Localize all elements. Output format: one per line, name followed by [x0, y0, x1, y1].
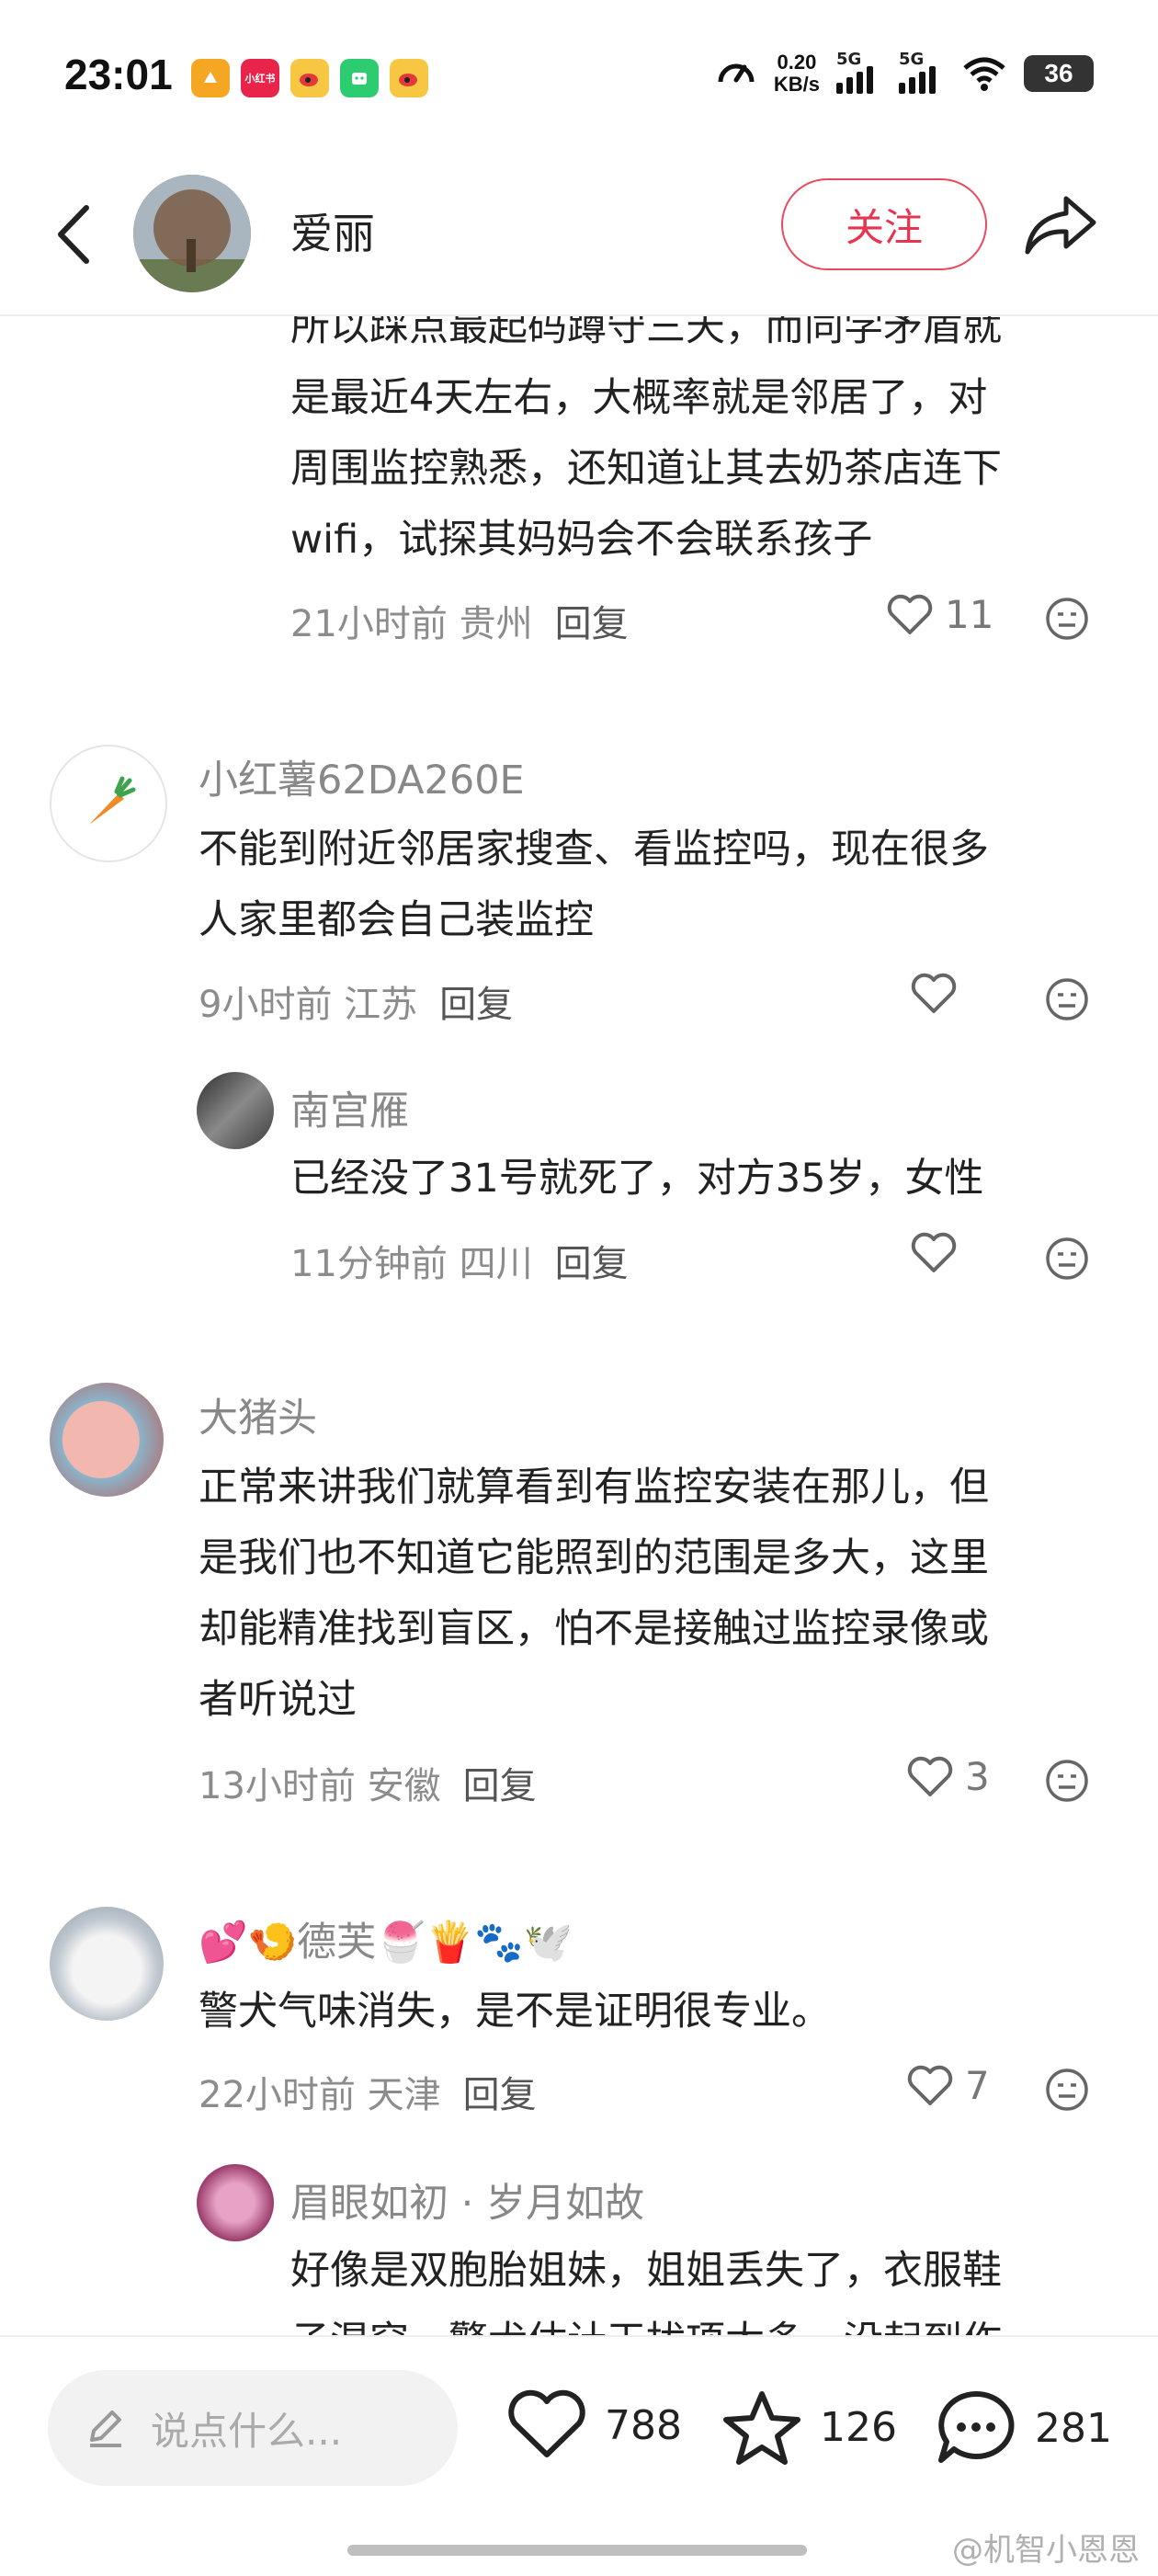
like-count: 3	[965, 1754, 990, 1799]
comment-line: 已经没了31号就死了，对方35岁，女性	[290, 1156, 984, 1202]
reply-button[interactable]: 回复	[555, 1243, 629, 1285]
reply-button[interactable]: 回复	[463, 1765, 537, 1807]
comment-meta: 22小时前 天津 回复	[199, 2065, 537, 2118]
dislike-face-icon[interactable]	[1044, 1758, 1090, 1804]
comment-meta: 9小时前 江苏 回复	[199, 975, 513, 1028]
dislike-face-icon[interactable]	[1044, 2067, 1090, 2113]
heart-icon	[911, 1232, 957, 1272]
avatar-meiyan[interactable]	[197, 2164, 274, 2241]
comment-text: 不能到附近邻居家搜查、看监控吗，现在很多 人家里都会自己装监控	[199, 815, 989, 956]
avatar-carrot[interactable]	[50, 745, 167, 862]
comment-meta: 11分钟前 四川 回复	[290, 1234, 629, 1287]
watermark: @机智小恩恩	[952, 2532, 1140, 2569]
comment-placeholder: 说点什么...	[151, 2408, 343, 2454]
comment-time-location: 22小时前 天津	[199, 2074, 441, 2116]
like-count: 7	[965, 2063, 990, 2108]
comment-meta: 13小时前 安徽 回复	[199, 1756, 537, 1809]
like-button[interactable]: 3	[906, 1754, 990, 1799]
dislike-face-icon[interactable]	[1044, 596, 1090, 642]
tree-image	[133, 175, 251, 292]
comment-line: 不能到附近邻居家搜查、看监控吗，现在很多	[199, 826, 989, 872]
like-post-button[interactable]: 788	[505, 2388, 682, 2462]
reply-button[interactable]: 回复	[439, 984, 513, 1026]
like-button[interactable]	[910, 1232, 958, 1274]
comment-line: 是最近4天左右，大概率就是邻居了，对	[290, 375, 988, 421]
chat-bubble-icon	[938, 2390, 1015, 2463]
dislike-face-icon[interactable]	[1044, 1236, 1090, 1282]
avatar-pig[interactable]	[50, 1383, 164, 1497]
comment-text: 警犬气味消失，是不是证明很专业。	[199, 1977, 831, 2047]
home-indicator[interactable]	[347, 2545, 807, 2556]
comment-time-location: 9小时前 江苏	[199, 984, 418, 1026]
comment-line: 却能精准找到盲区，怕不是接触过监控录像或	[199, 1606, 989, 1652]
top-nav-bar: 爱丽 关注	[0, 156, 1158, 316]
like-button[interactable]: 7	[906, 2063, 990, 2108]
comment-time-location: 21小时前 贵州	[290, 603, 533, 645]
comment-time-location: 13小时前 安徽	[199, 1765, 441, 1807]
comment-text: 已经没了31号就死了，对方35岁，女性	[290, 1144, 983, 1214]
back-arrow-icon[interactable]	[46, 193, 101, 276]
commenter-name[interactable]: 眉眼如初 · 岁月如故	[290, 2171, 644, 2228]
author-avatar[interactable]	[133, 175, 251, 292]
comment-line: 周围监控熟悉，还知道让其去奶茶店连下	[290, 446, 1002, 492]
like-button[interactable]: 11	[886, 592, 993, 637]
pencil-icon	[90, 2411, 121, 2447]
reply-button[interactable]: 回复	[463, 2074, 537, 2116]
carrot-icon	[89, 776, 136, 825]
heart-icon	[907, 2065, 953, 2105]
avatar-kitten[interactable]	[50, 1907, 164, 2021]
heart-icon	[911, 973, 957, 1013]
share-icon[interactable]	[1022, 191, 1099, 259]
author-name[interactable]: 爱丽	[290, 200, 375, 261]
favorite-button[interactable]: 126	[721, 2388, 897, 2466]
comment-line: 好像是双胞胎姐妹，姐姐丢失了，衣服鞋	[290, 2248, 1002, 2294]
comment-text: 正常来讲我们就算看到有监控安装在那儿，但 是我们也不知道它能照到的范围是多大，这…	[199, 1453, 989, 1736]
comment-count: 281	[1035, 2404, 1112, 2452]
heart-icon	[508, 2389, 585, 2457]
comments-button[interactable]: 281	[934, 2388, 1112, 2468]
comment-time-location: 11分钟前 四川	[290, 1243, 533, 1285]
dislike-face-icon[interactable]	[1044, 976, 1090, 1022]
reply-button[interactable]: 回复	[555, 603, 629, 645]
comment-line: wifi，试探其妈妈会不会联系孩子	[290, 517, 873, 563]
favorite-count: 126	[820, 2403, 897, 2451]
like-count: 788	[605, 2401, 682, 2449]
comment-text: 所以踩点最起码蹲守三天，而同学矛盾就 是最近4天左右，大概率就是邻居了，对 周围…	[290, 292, 1002, 576]
star-icon	[723, 2391, 800, 2465]
comment-line: 者听说过	[199, 1677, 357, 1723]
like-count: 11	[945, 592, 994, 637]
like-button[interactable]	[910, 973, 958, 1015]
comment-line: 警犬气味消失，是不是证明很专业。	[199, 1989, 831, 2035]
heart-icon	[907, 1756, 953, 1796]
commenter-name[interactable]: 南宫雁	[290, 1079, 409, 1136]
heart-icon	[887, 594, 933, 634]
comment-input[interactable]: 说点什么...	[48, 2370, 458, 2486]
commenter-name[interactable]: 💕🍤德芙🍧🍟🐾🕊️	[199, 1910, 573, 1967]
comment-feed[interactable]: 所以踩点最起码蹲守三天，而同学矛盾就 是最近4天左右，大概率就是邻居了，对 周围…	[0, 0, 1158, 2574]
follow-button[interactable]: 关注	[781, 178, 987, 270]
comment-line: 正常来讲我们就算看到有监控安装在那儿，但	[199, 1465, 989, 1510]
avatar-nangongyan[interactable]	[197, 1072, 274, 1149]
comment-meta: 21小时前 贵州 回复	[290, 594, 629, 647]
commenter-name[interactable]: 大猪头	[199, 1386, 317, 1443]
comment-line: 人家里都会自己装监控	[199, 897, 594, 943]
comment-line: 是我们也不知道它能照到的范围是多大，这里	[199, 1535, 989, 1581]
commenter-name[interactable]: 小红薯62DA260E	[199, 748, 525, 805]
